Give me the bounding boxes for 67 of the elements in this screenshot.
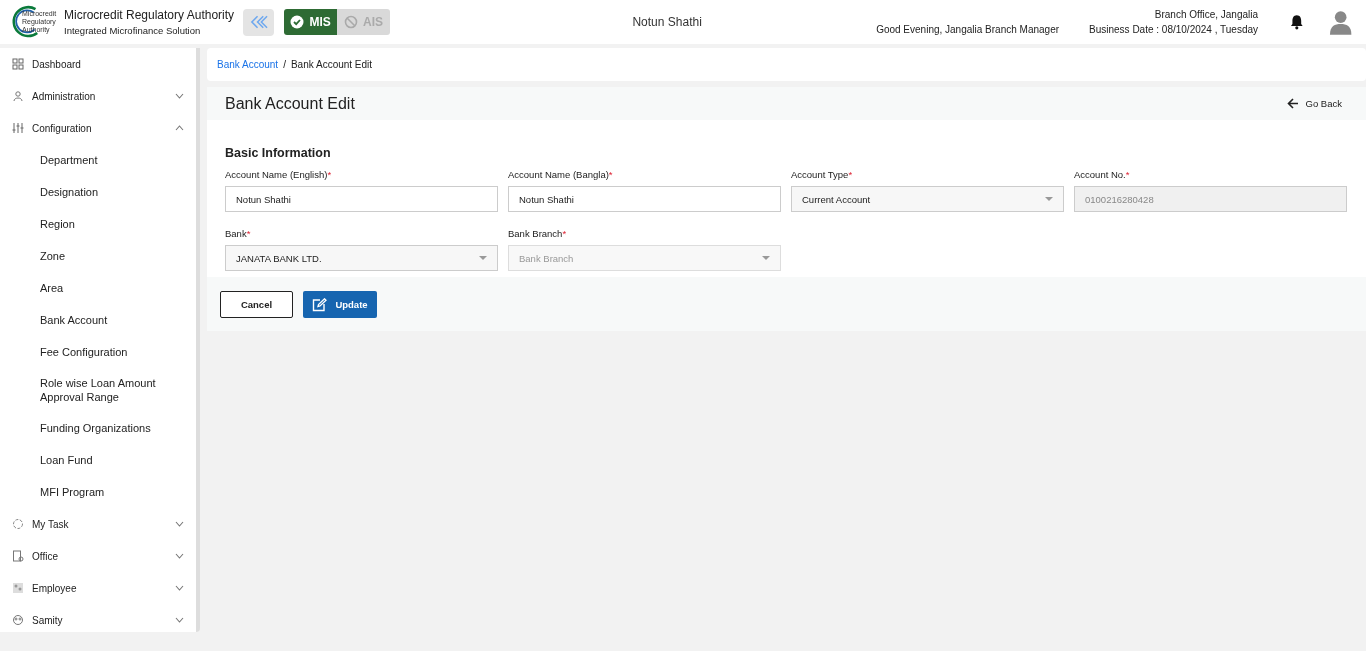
menu-item-icon — [12, 90, 24, 102]
menu-item-icon — [12, 122, 24, 134]
submenu-item[interactable]: MFI Program — [0, 476, 196, 508]
chevron-icon — [175, 93, 184, 99]
chevron-icon — [175, 617, 184, 623]
business-date: Business Date : 08/10/2024 , Tuesday — [1089, 24, 1259, 35]
dropdown-caret-icon — [479, 256, 487, 260]
blocked-icon — [344, 15, 359, 29]
branch-title: Notun Shathi — [632, 15, 703, 29]
dropdown-caret-icon — [762, 256, 770, 260]
field-label: Account No.* — [1074, 169, 1131, 182]
page-title: Bank Account Edit — [225, 94, 355, 113]
chevron-icon — [175, 125, 184, 131]
sidebar-item[interactable]: Employee — [0, 572, 196, 604]
section-title: Basic Information — [225, 146, 332, 160]
double-chevron-left-icon — [249, 14, 269, 30]
module-tab[interactable]: MIS — [284, 9, 338, 35]
submenu-item[interactable]: Role wise Loan Amount Approval Range — [0, 368, 196, 412]
field-label: Account Type* — [791, 169, 854, 182]
sidebar-item[interactable]: Administration — [0, 80, 196, 112]
submenu-item[interactable]: Zone — [0, 240, 196, 272]
breadcrumb-separator: / — [283, 59, 286, 70]
org-subtitle: Integrated Microfinance Solution — [64, 25, 202, 36]
submenu-item[interactable]: Fee Configuration — [0, 336, 196, 368]
submenu-item[interactable]: Region — [0, 208, 196, 240]
submenu-item[interactable]: Designation — [0, 176, 196, 208]
collapse-sidebar-button[interactable] — [243, 8, 275, 36]
menu-item-icon — [12, 518, 24, 530]
go-back-button[interactable]: Go Back — [1280, 97, 1348, 110]
menu-item-icon — [12, 550, 24, 562]
input-field[interactable]: Notun Shathi — [508, 186, 781, 212]
org-name: Microcredit Regulatory Authority — [64, 8, 235, 22]
sidebar-item[interactable]: Dashboard — [0, 48, 196, 80]
update-button[interactable]: Update — [303, 291, 377, 318]
sidebar-item[interactable]: Configuration — [0, 112, 196, 144]
breadcrumb-link[interactable]: Bank Account — [217, 59, 279, 70]
field-label: Account Name (Bangla)* — [508, 169, 614, 182]
arrow-left-icon — [1286, 98, 1299, 109]
sidebar-item[interactable]: Samity — [0, 604, 196, 632]
field-label: Bank* — [225, 228, 252, 241]
menu-item-icon — [12, 58, 24, 70]
chevron-icon — [175, 553, 184, 559]
cancel-button[interactable]: Cancel — [220, 291, 293, 318]
field-label: Bank Branch* — [508, 228, 568, 241]
sidebar-item[interactable]: Office — [0, 540, 196, 572]
user-avatar-icon[interactable] — [1328, 9, 1352, 35]
select-field[interactable]: JANATA BANK LTD. — [225, 245, 498, 271]
menu-item-icon — [12, 614, 24, 626]
submenu-item[interactable]: Department — [0, 144, 196, 176]
submenu-item[interactable]: Loan Fund — [0, 444, 196, 476]
check-circle-icon — [290, 15, 305, 29]
input-field[interactable]: Notun Shathi — [225, 186, 498, 212]
sidebar-item[interactable]: My Task — [0, 508, 196, 540]
field-label: Account Name (English)* — [225, 169, 333, 182]
select-field[interactable]: Current Account — [791, 186, 1064, 212]
edit-icon — [312, 297, 328, 312]
greeting-text: Good Evening, Jangalia Branch Manager — [876, 24, 1060, 35]
notification-bell-icon[interactable] — [1290, 14, 1304, 30]
submenu-item[interactable]: Funding Organizations — [0, 412, 196, 444]
chevron-icon — [175, 585, 184, 591]
breadcrumb-current: Bank Account Edit — [290, 59, 373, 70]
menu-item-icon — [12, 582, 24, 594]
submenu-item[interactable]: Bank Account — [0, 304, 196, 336]
submenu-item[interactable]: Area — [0, 272, 196, 304]
chevron-icon — [175, 521, 184, 527]
dropdown-caret-icon — [1045, 197, 1053, 201]
office-name: Branch Office, Jangalia — [1154, 9, 1259, 20]
